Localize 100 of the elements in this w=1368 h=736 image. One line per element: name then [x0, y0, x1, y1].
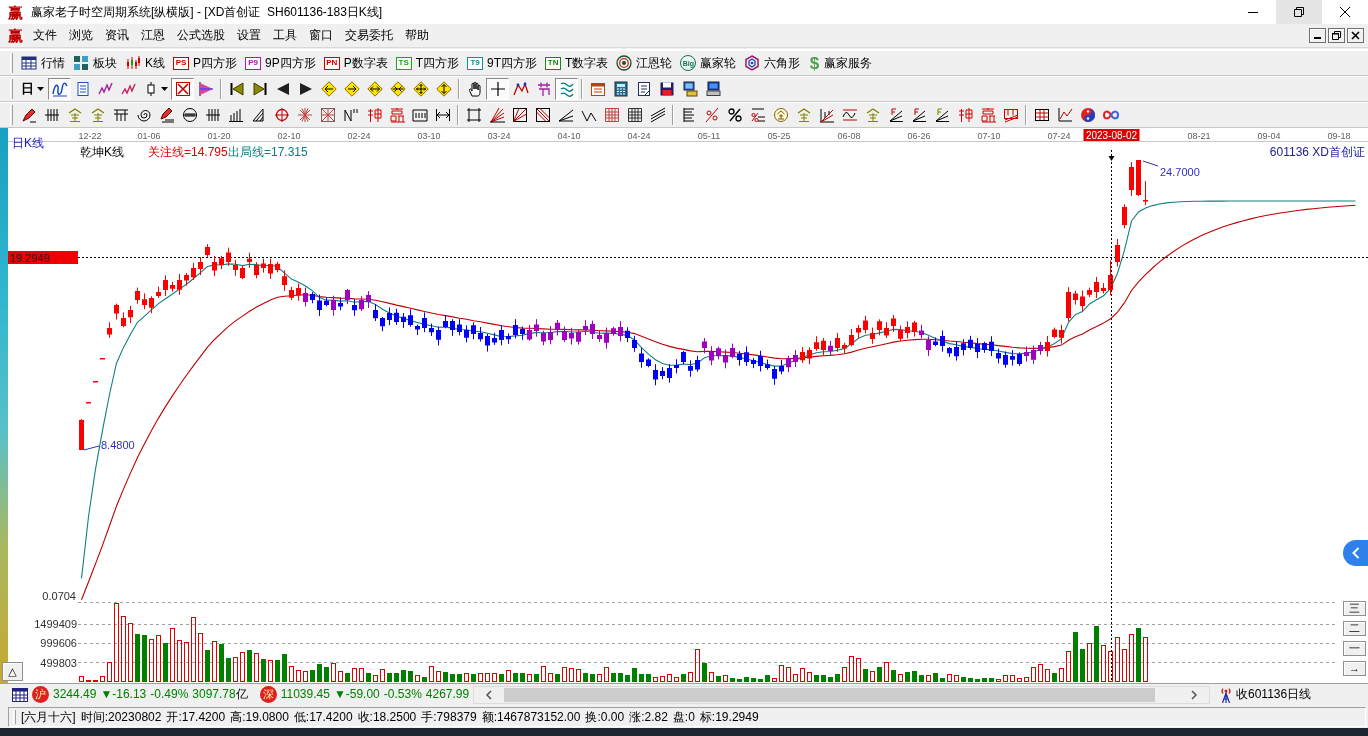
- app-logo: 赢: [8, 4, 23, 20]
- quote-field: 盘:0: [672, 709, 695, 725]
- quote-field: 收:18.2500: [357, 709, 417, 725]
- box-cross-icon: [319, 107, 336, 123]
- calendar-icon: [589, 81, 606, 97]
- window-title: 赢家老子时空周期系统[纵横版] - [XD首创证 SH601136-183日K线]: [31, 4, 383, 20]
- turnover-amount: 3097.78: [192, 687, 236, 702]
- menu-item[interactable]: 窗口: [303, 28, 339, 43]
- toolbar-button[interactable]: [48, 78, 71, 100]
- zigzag-lines-icon: [342, 107, 359, 123]
- quote-field: 涨:2.82: [629, 709, 668, 725]
- toolbar-button[interactable]: TS T四方形: [391, 52, 464, 74]
- tool-badge: PS: [173, 56, 189, 70]
- toolbar-button[interactable]: 板块: [69, 52, 121, 74]
- scrollbar-thumb[interactable]: [504, 687, 1155, 702]
- pattern-icon: [956, 107, 973, 123]
- toolbar-button[interactable]: T9 9T四方形: [463, 52, 542, 74]
- axis-value: 0.0704: [42, 590, 76, 602]
- pattern-icon: [365, 107, 382, 123]
- restore-button[interactable]: [1328, 28, 1345, 43]
- wave-lines-icon: [558, 81, 575, 97]
- menu-item[interactable]: 公式选股: [171, 28, 231, 43]
- close-button[interactable]: [1347, 28, 1364, 43]
- menu-item[interactable]: 帮助: [399, 28, 435, 43]
- index-percent: -0.49%: [150, 687, 189, 702]
- toolbar-button[interactable]: PS P四方形: [169, 52, 242, 74]
- triangle-lines-icon: [250, 107, 267, 123]
- angle-lines-icon: [910, 107, 927, 123]
- menu-item[interactable]: 浏览: [63, 28, 99, 43]
- toolbar-button[interactable]: [171, 78, 194, 100]
- toolbar-button[interactable]: PN P数字表: [319, 52, 392, 74]
- angle-lines-icon: [933, 107, 950, 123]
- pattern-icon: [1002, 107, 1019, 123]
- diamond-arrow-icon: [320, 81, 337, 97]
- menu-item[interactable]: 设置: [231, 28, 267, 43]
- app-logo: 赢: [8, 28, 23, 43]
- quote-field: 低:17.4200: [293, 709, 353, 725]
- wave-icon: [97, 81, 114, 97]
- chevron-right-icon: [1191, 689, 1197, 700]
- axis-tick-label: 1499409: [34, 618, 77, 631]
- price-marker-label: 19.2949: [8, 251, 78, 264]
- hash-lines-icon: [43, 107, 60, 123]
- calculator-icon: [612, 81, 629, 97]
- bar-fan-icon: [818, 107, 835, 123]
- table-icon: [21, 55, 37, 71]
- tool-badge: TN: [545, 56, 562, 70]
- toolbar-button[interactable]: 六角形: [740, 52, 805, 74]
- pattern-icon: [388, 107, 405, 123]
- menu-item[interactable]: 工具: [267, 28, 303, 43]
- pane-button[interactable]: 三: [1343, 601, 1366, 616]
- menu-item[interactable]: 资讯: [99, 28, 135, 43]
- tool-badge: T9: [467, 56, 484, 70]
- axis-tick-label: 999606: [40, 637, 77, 650]
- market-badge: 深: [259, 686, 277, 703]
- date-label: 03-10: [417, 131, 441, 141]
- toolbar-button[interactable]: P9 9P四方形: [241, 52, 320, 74]
- percent-icon: [726, 107, 743, 123]
- axis-tick-label: 499803: [40, 656, 77, 669]
- pane-button[interactable]: 一: [1343, 641, 1366, 656]
- restore-button[interactable]: [1276, 0, 1322, 24]
- menu-item[interactable]: 江恩: [135, 28, 171, 43]
- lunar-date: [六月十六]: [21, 709, 76, 725]
- toolbar-button[interactable]: K线: [121, 52, 169, 74]
- date-label: 09-04: [1257, 131, 1281, 141]
- pane-button[interactable]: →: [1343, 661, 1366, 676]
- roof-lines-icon: [66, 107, 83, 123]
- side-panel-button[interactable]: [1343, 540, 1368, 566]
- toolbar-button[interactable]: 行情: [17, 52, 69, 74]
- hexagon-icon: [744, 55, 761, 71]
- quote-field: 换:0.00: [585, 709, 625, 725]
- dollar-sign: $: [808, 54, 821, 72]
- minimize-button[interactable]: [1309, 28, 1326, 43]
- toolbar-button[interactable]: TN T数字表: [541, 52, 613, 74]
- amount-unit: 亿: [235, 687, 248, 702]
- wave-lines-icon: [841, 107, 858, 123]
- date-label: 07-10: [977, 131, 1001, 141]
- date-label: 07-24: [1047, 131, 1071, 141]
- caret-icon: [161, 87, 168, 91]
- date-label: 01-20: [207, 131, 231, 141]
- security-name: 601136 XD首创证: [1269, 145, 1365, 159]
- grid-icon: [603, 107, 620, 123]
- period-dropdown[interactable]: 日: [17, 78, 48, 100]
- caret-icon: [37, 87, 44, 91]
- exit-line-value: 出局线=17.315: [228, 145, 308, 159]
- diamond-arrow-icon: [366, 81, 383, 97]
- box-fan-icon: [511, 107, 528, 123]
- play-right-icon: [297, 81, 314, 97]
- width-arrows-icon: [434, 107, 451, 123]
- diamond-arrow-icon: [343, 81, 360, 97]
- toolbar-button[interactable]: $ 赢家服务: [804, 52, 877, 74]
- index-change: ▼-59.00: [333, 687, 380, 702]
- pane-button[interactable]: 二: [1343, 621, 1366, 636]
- date-label: 05-25: [767, 131, 791, 141]
- date-label: 05-11: [697, 131, 721, 141]
- menu-item[interactable]: 文件: [27, 28, 63, 43]
- menu-item[interactable]: 交易委托: [339, 28, 399, 43]
- toolbar-button[interactable]: 江恩轮: [612, 52, 677, 74]
- loop-chart-icon: [51, 81, 68, 97]
- tool-badge: P9: [245, 56, 262, 70]
- expand-button[interactable]: △: [2, 662, 23, 681]
